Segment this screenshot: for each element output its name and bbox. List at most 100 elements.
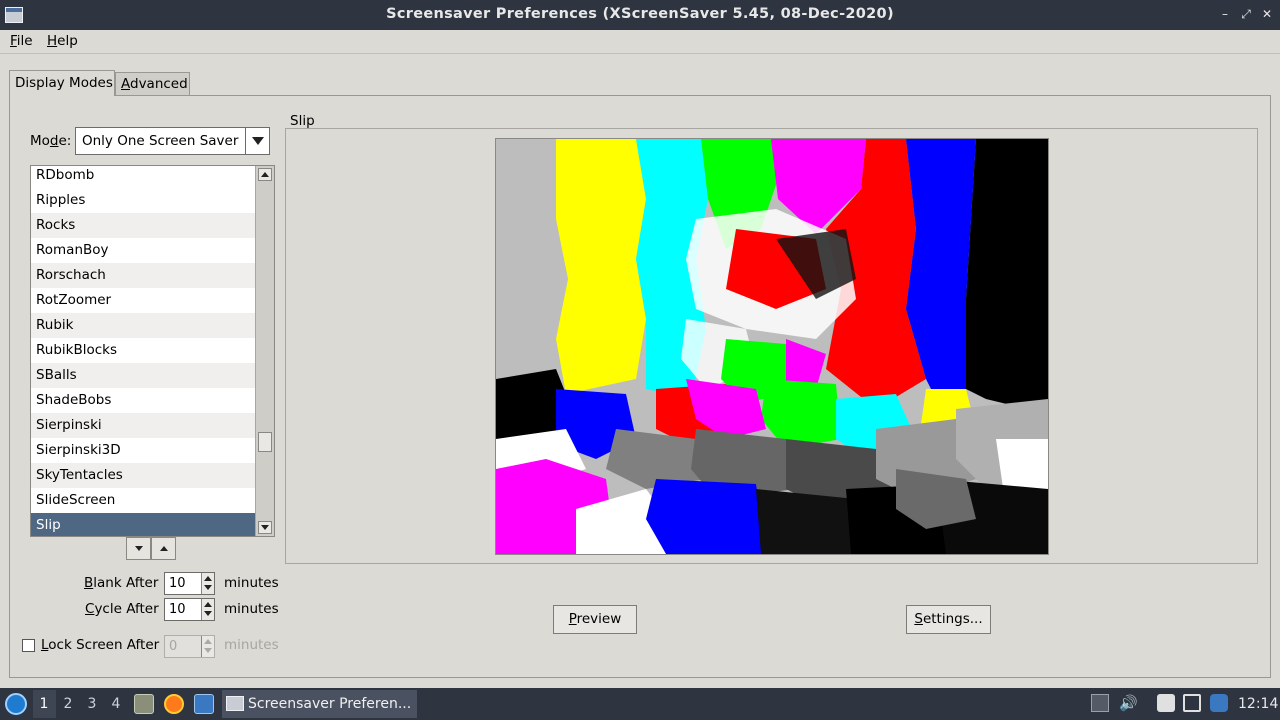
decrement-icon xyxy=(204,648,212,653)
menu-bar: File Help xyxy=(0,30,1280,54)
desktop-icon[interactable] xyxy=(194,694,214,714)
menu-help-rest: elp xyxy=(57,33,78,49)
list-item[interactable]: RotZoomer xyxy=(31,288,255,313)
minimize-button[interactable]: – xyxy=(1217,6,1233,22)
list-scrollbar[interactable] xyxy=(255,166,274,536)
arrow-down-icon xyxy=(134,546,143,551)
menu-file-mnemonic: F xyxy=(10,33,17,49)
firefox-icon[interactable] xyxy=(164,694,184,714)
menu-file-rest: ile xyxy=(16,33,33,49)
scroll-down-button[interactable] xyxy=(258,521,272,534)
decrement-icon[interactable] xyxy=(204,611,212,616)
task-button-screensaver[interactable]: Screensaver Preferen... xyxy=(222,690,417,718)
clock[interactable]: 12:14 xyxy=(1238,696,1278,712)
mode-label-post: e: xyxy=(58,133,72,149)
workspace-3[interactable]: 3 xyxy=(83,696,101,712)
blank-after-label: Blank After xyxy=(84,575,158,591)
taskbar: 1 2 3 4 Screensaver Preferen... 🔊 12:14 xyxy=(0,688,1280,720)
scrollbar-thumb[interactable] xyxy=(258,432,272,452)
blank-after-mnemonic: B xyxy=(84,575,94,591)
cycle-after-unit: minutes xyxy=(224,601,279,617)
cycle-after-stepper[interactable] xyxy=(201,599,214,620)
clipboard-icon[interactable] xyxy=(1157,694,1175,712)
list-item[interactable]: Rubik xyxy=(31,313,255,338)
lock-screen-checkbox[interactable] xyxy=(22,639,35,652)
tab-display-modes[interactable]: Display Modes xyxy=(9,70,115,96)
blank-after-spinner[interactable]: 10 xyxy=(164,572,215,595)
list-item[interactable]: Rorschach xyxy=(31,263,255,288)
cycle-after-value[interactable]: 10 xyxy=(169,602,186,617)
cycle-after-rest: ycle After xyxy=(94,601,159,617)
list-item[interactable]: RDbomb xyxy=(31,166,255,188)
blank-after-value[interactable]: 10 xyxy=(169,576,186,591)
lock-after-spinner: 0 xyxy=(164,635,215,658)
workspace-4[interactable]: 4 xyxy=(107,696,125,712)
workspace-1[interactable]: 1 xyxy=(35,696,53,712)
increment-icon[interactable] xyxy=(204,576,212,581)
arrow-down-icon xyxy=(261,525,269,530)
list-item[interactable]: Sierpinski3D xyxy=(31,438,255,463)
menu-file[interactable]: File xyxy=(10,33,33,49)
list-item-selected[interactable]: Slip xyxy=(31,513,255,536)
increment-icon xyxy=(204,639,212,644)
slip-preview-graphic xyxy=(496,139,1048,554)
lock-screen-label: Lock Screen After xyxy=(41,637,159,653)
mode-label: Mode: xyxy=(30,133,71,149)
settings-button-rest: ettings... xyxy=(922,611,983,627)
mode-dropdown[interactable]: Only One Screen Saver xyxy=(75,127,270,155)
list-item[interactable]: Ripples xyxy=(31,188,255,213)
menu-help-mnemonic: H xyxy=(47,33,58,49)
decrement-icon[interactable] xyxy=(204,585,212,590)
list-item[interactable]: SBalls xyxy=(31,363,255,388)
list-item[interactable]: Rocks xyxy=(31,213,255,238)
list-item[interactable]: ShadeBobs xyxy=(31,388,255,413)
settings-button-mnemonic: S xyxy=(914,611,923,627)
preview-frame-title: Slip xyxy=(290,113,315,129)
lock-after-unit: minutes xyxy=(224,637,279,653)
menu-help[interactable]: Help xyxy=(47,33,78,49)
settings-button[interactable]: Settings... xyxy=(906,605,991,634)
close-button[interactable]: ✕ xyxy=(1259,6,1275,22)
cycle-after-spinner[interactable]: 10 xyxy=(164,598,215,621)
preview-button[interactable]: Preview xyxy=(553,605,637,634)
arrow-up-icon xyxy=(261,172,269,177)
saver-list[interactable]: RDbomb Ripples Rocks RomanBoy Rorschach … xyxy=(30,165,275,537)
task-button-label: Screensaver Preferen... xyxy=(248,696,412,712)
network-icon[interactable] xyxy=(1183,694,1201,712)
mode-label-pre: Mo xyxy=(30,133,50,149)
start-menu-icon[interactable] xyxy=(5,693,27,715)
update-icon[interactable] xyxy=(1210,694,1228,712)
list-item[interactable]: SlideScreen xyxy=(31,488,255,513)
tab-advanced-mnemonic: A xyxy=(121,76,130,92)
lock-screen-rest: ock Screen After xyxy=(48,637,160,653)
blank-after-stepper[interactable] xyxy=(201,573,214,594)
prev-saver-button[interactable] xyxy=(151,537,176,560)
title-bar: Screensaver Preferences (XScreenSaver 5.… xyxy=(0,0,1280,30)
blank-after-unit: minutes xyxy=(224,575,279,591)
tray-toggle-icon[interactable] xyxy=(1091,694,1109,712)
cycle-after-label: Cycle After xyxy=(85,601,159,617)
blank-after-rest: lank After xyxy=(93,575,159,591)
list-item[interactable]: SkyTentacles xyxy=(31,463,255,488)
screensaver-preview xyxy=(495,138,1049,555)
preview-button-rest: review xyxy=(576,611,622,627)
tab-advanced-rest: dvanced xyxy=(130,76,188,92)
maximize-button[interactable]: ⤢ xyxy=(1238,6,1254,22)
tab-advanced[interactable]: Advanced xyxy=(115,72,190,95)
saver-list-items: RDbomb Ripples Rocks RomanBoy Rorschach … xyxy=(31,166,255,536)
file-manager-icon[interactable] xyxy=(134,694,154,714)
list-item[interactable]: RomanBoy xyxy=(31,238,255,263)
preview-button-mnemonic: P xyxy=(568,611,577,627)
list-item[interactable]: RubikBlocks xyxy=(31,338,255,363)
window-title: Screensaver Preferences (XScreenSaver 5.… xyxy=(386,6,894,22)
list-item[interactable]: Sierpinski xyxy=(31,413,255,438)
chevron-down-icon[interactable] xyxy=(245,128,269,154)
next-saver-button[interactable] xyxy=(126,537,151,560)
increment-icon[interactable] xyxy=(204,602,212,607)
mode-dropdown-value: Only One Screen Saver xyxy=(82,133,239,149)
lock-after-value: 0 xyxy=(169,639,178,654)
volume-icon[interactable]: 🔊 xyxy=(1119,694,1138,712)
arrow-up-icon xyxy=(159,546,168,551)
workspace-2[interactable]: 2 xyxy=(59,696,77,712)
scroll-up-button[interactable] xyxy=(258,168,272,181)
